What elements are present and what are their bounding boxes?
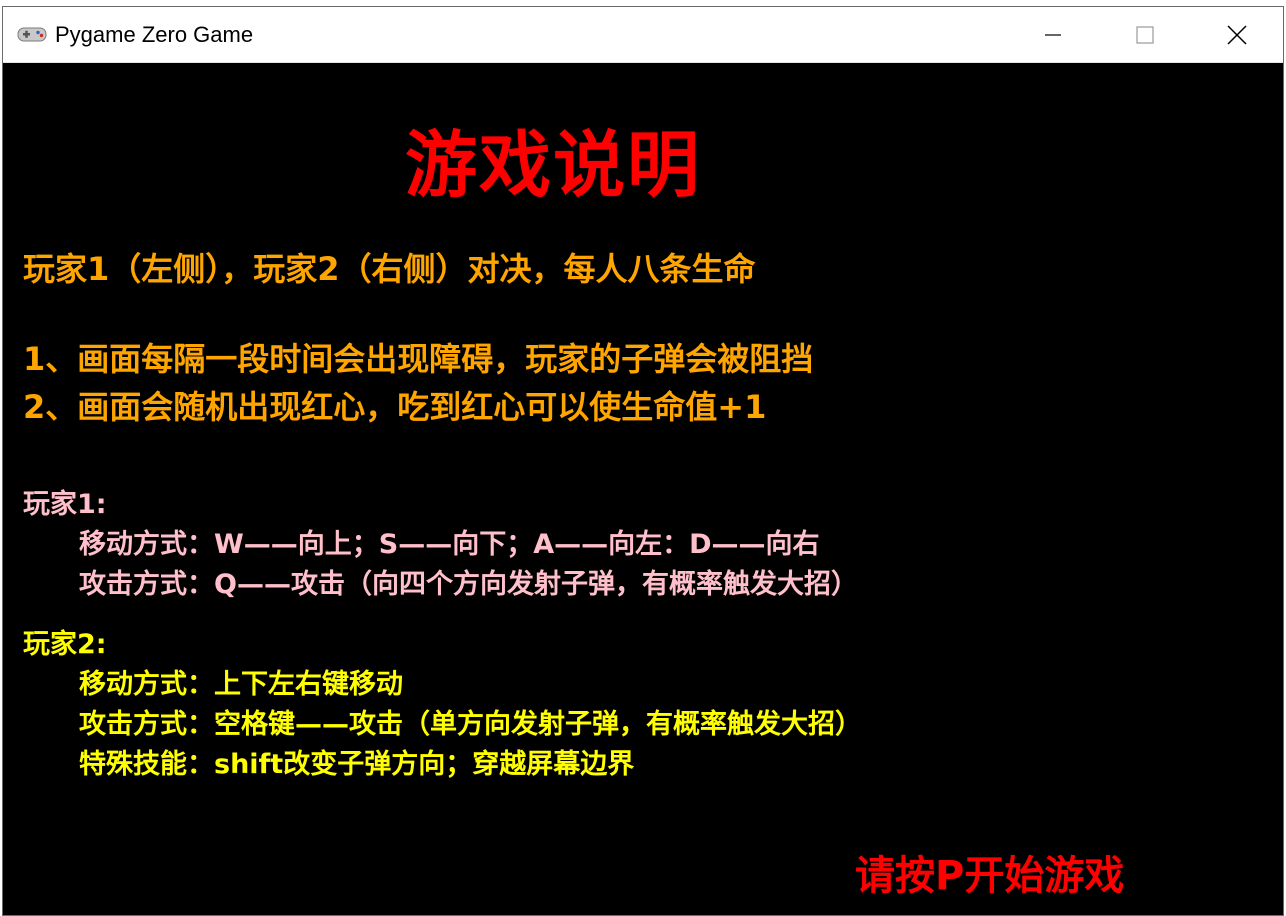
close-button[interactable] xyxy=(1191,7,1283,62)
player1-label: 玩家1: xyxy=(23,489,107,520)
minimize-button[interactable] xyxy=(1007,7,1099,62)
player2-attack-controls: 攻击方式：空格键——攻击（单方向发射子弹，有概率触发大招） xyxy=(79,709,862,740)
instructions-heading: 游戏说明 xyxy=(405,123,702,207)
start-game-hint: 请按P开始游戏 xyxy=(855,853,1125,899)
close-icon xyxy=(1227,24,1247,45)
maximize-icon xyxy=(1136,25,1154,44)
minimize-icon xyxy=(1045,33,1061,36)
maximize-button[interactable] xyxy=(1099,7,1191,62)
player2-special-skill: 特殊技能：shift改变子弹方向；穿越屏幕边界 xyxy=(79,749,635,780)
title-bar[interactable]: Pygame Zero Game xyxy=(3,7,1283,63)
game-window: Pygame Zero Game 游戏说明 玩家1（左侧），玩家2（右侧）对决，… xyxy=(2,6,1284,916)
gamepad-icon xyxy=(17,27,47,42)
player1-move-controls: 移动方式：W——向上；S——向下；A——向左：D——向右 xyxy=(79,529,820,560)
rule-item: 2、画面会随机出现红心，吃到红心可以使生命值+1 xyxy=(23,388,767,426)
game-canvas[interactable]: 游戏说明 玩家1（左侧），玩家2（右侧）对决，每人八条生命 1、画面每隔一段时间… xyxy=(3,63,1283,915)
window-title: Pygame Zero Game xyxy=(55,22,254,47)
rule-item: 1、画面每隔一段时间会出现障碍，玩家的子弹会被阻挡 xyxy=(23,340,814,378)
player1-attack-controls: 攻击方式：Q——攻击（向四个方向发射子弹，有概率触发大招） xyxy=(79,569,858,600)
player2-label: 玩家2: xyxy=(23,629,107,660)
player2-move-controls: 移动方式：上下左右键移动 xyxy=(79,669,403,700)
intro-line: 玩家1（左侧），玩家2（右侧）对决，每人八条生命 xyxy=(23,250,756,288)
